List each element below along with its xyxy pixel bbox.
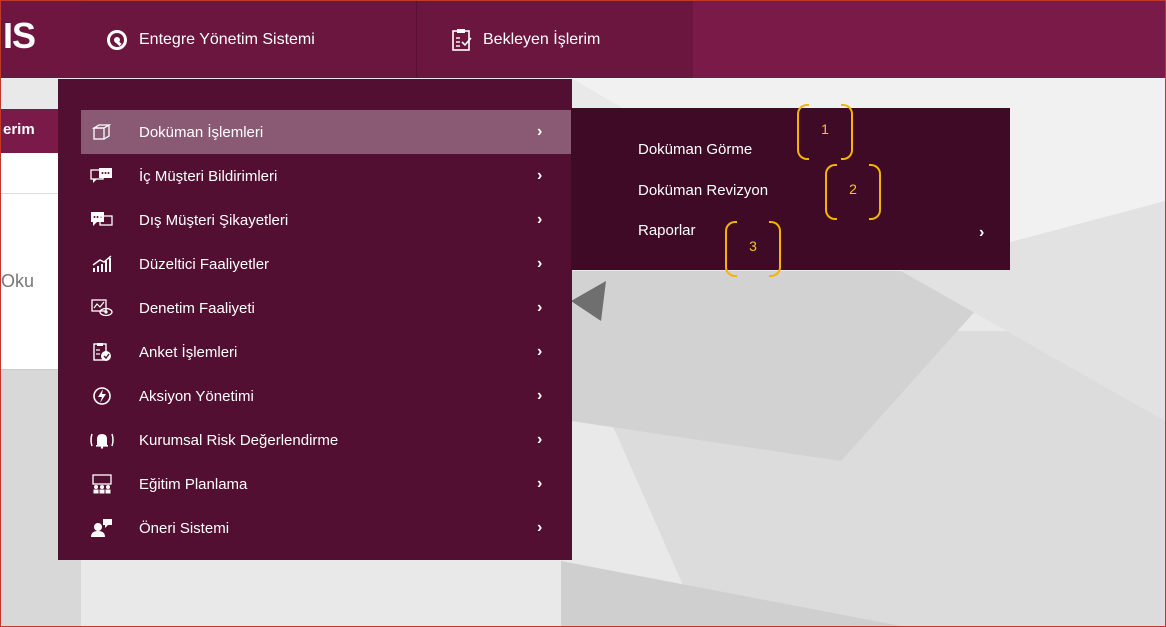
- lightning-icon: [81, 386, 123, 406]
- chevron-right-icon: ›: [537, 519, 543, 536]
- annotation-marker-2: 2: [825, 164, 881, 220]
- menu-item-label: İç Müşteri Bildirimleri: [139, 167, 278, 185]
- menu-item-label: Denetim Faaliyeti: [139, 299, 255, 317]
- tab-fragment-label: erim: [3, 121, 35, 138]
- chat-reply-icon: [81, 211, 123, 229]
- topnav-bekleyen-islerim[interactable]: Bekleyen İşlerim: [417, 1, 693, 78]
- menu-item-ic-musteri[interactable]: İç Müşteri Bildirimleri ›: [81, 154, 572, 198]
- menu-item-anket[interactable]: Anket İşlemleri ›: [81, 330, 572, 374]
- menu-item-label: Aksiyon Yönetimi: [139, 387, 254, 405]
- top-bar: IS Entegre Yönetim Sistemi Bekleyen İşle…: [1, 1, 1165, 78]
- chevron-right-icon: ›: [537, 211, 543, 228]
- survey-icon: [81, 342, 123, 362]
- chevron-right-icon: ›: [979, 224, 985, 241]
- chevron-right-icon: ›: [537, 123, 543, 140]
- alarm-bell-icon: [81, 431, 123, 449]
- topnav-entegre-yonetim[interactable]: Entegre Yönetim Sistemi: [81, 1, 417, 78]
- menu-item-label: Doküman İşlemleri: [139, 123, 264, 141]
- chevron-right-icon: ›: [537, 431, 543, 448]
- menu-item-oneri[interactable]: Öneri Sistemi ›: [81, 506, 572, 550]
- submenu: Doküman Görme Doküman Revizyon Raporlar …: [571, 108, 1010, 270]
- training-icon: [81, 474, 123, 494]
- logo: IS: [3, 15, 36, 56]
- menu-item-kurumsal-risk[interactable]: Kurumsal Risk Değerlendirme ›: [81, 418, 572, 462]
- menu-item-label: Kurumsal Risk Değerlendirme: [139, 431, 339, 449]
- topnav-label: Bekleyen İşlerim: [483, 30, 601, 48]
- box-icon: [81, 123, 123, 141]
- clipboard-check-icon: [451, 28, 473, 52]
- chevron-right-icon: ›: [537, 387, 543, 404]
- menu-item-denetim[interactable]: Denetim Faaliyeti ›: [81, 286, 572, 330]
- annotation-number: 2: [849, 181, 857, 197]
- chart-up-icon: [81, 255, 123, 273]
- submenu-item-dokuman-revizyon[interactable]: Doküman Revizyon: [638, 182, 768, 199]
- menu-item-label: Anket İşlemleri: [139, 343, 238, 361]
- submenu-item-raporlar[interactable]: Raporlar: [638, 222, 696, 239]
- menu-item-label: Eğitim Planlama: [139, 475, 248, 493]
- app-window: erim Oku IS Entegre Yönetim Sistemi Bekl…: [0, 0, 1166, 627]
- audit-eye-icon: [81, 299, 123, 317]
- content-text-fragment: Oku: [1, 271, 35, 291]
- topnav-label: Entegre Yönetim Sistemi: [139, 30, 315, 48]
- menu-item-label: Düzeltici Faaliyetler: [139, 255, 270, 273]
- annotation-number: 1: [821, 121, 829, 137]
- submenu-item-dokuman-gorme[interactable]: Doküman Görme: [638, 141, 752, 158]
- menu-item-egitim[interactable]: Eğitim Planlama ›: [81, 462, 572, 506]
- menu-item-duzeltici[interactable]: Düzeltici Faaliyetler ›: [81, 242, 572, 286]
- menu-item-dis-musteri[interactable]: Dış Müşteri Şikayetleri ›: [81, 198, 572, 242]
- annotation-marker-3: 3: [725, 221, 781, 277]
- annotation-marker-1: 1: [797, 104, 853, 160]
- menu-item-label: Dış Müşteri Şikayetleri: [139, 211, 289, 229]
- chevron-right-icon: ›: [537, 255, 543, 272]
- logo-area[interactable]: IS: [1, 1, 81, 78]
- menu-item-aksiyon[interactable]: Aksiyon Yönetimi ›: [81, 374, 572, 418]
- chat-icon: [81, 167, 123, 185]
- circle-q-icon: [107, 29, 127, 50]
- suggestion-icon: [81, 518, 123, 538]
- menu-item-dokuman-islemleri[interactable]: Doküman İşlemleri ›: [81, 110, 572, 154]
- main-menu: Doküman İşlemleri › İç Müşteri Bildiriml…: [58, 79, 572, 560]
- menu-item-label: Öneri Sistemi: [139, 519, 230, 537]
- chevron-right-icon: ›: [537, 343, 543, 360]
- chevron-right-icon: ›: [537, 167, 543, 184]
- chevron-right-icon: ›: [537, 299, 543, 316]
- annotation-number: 3: [749, 238, 757, 254]
- chevron-right-icon: ›: [537, 475, 543, 492]
